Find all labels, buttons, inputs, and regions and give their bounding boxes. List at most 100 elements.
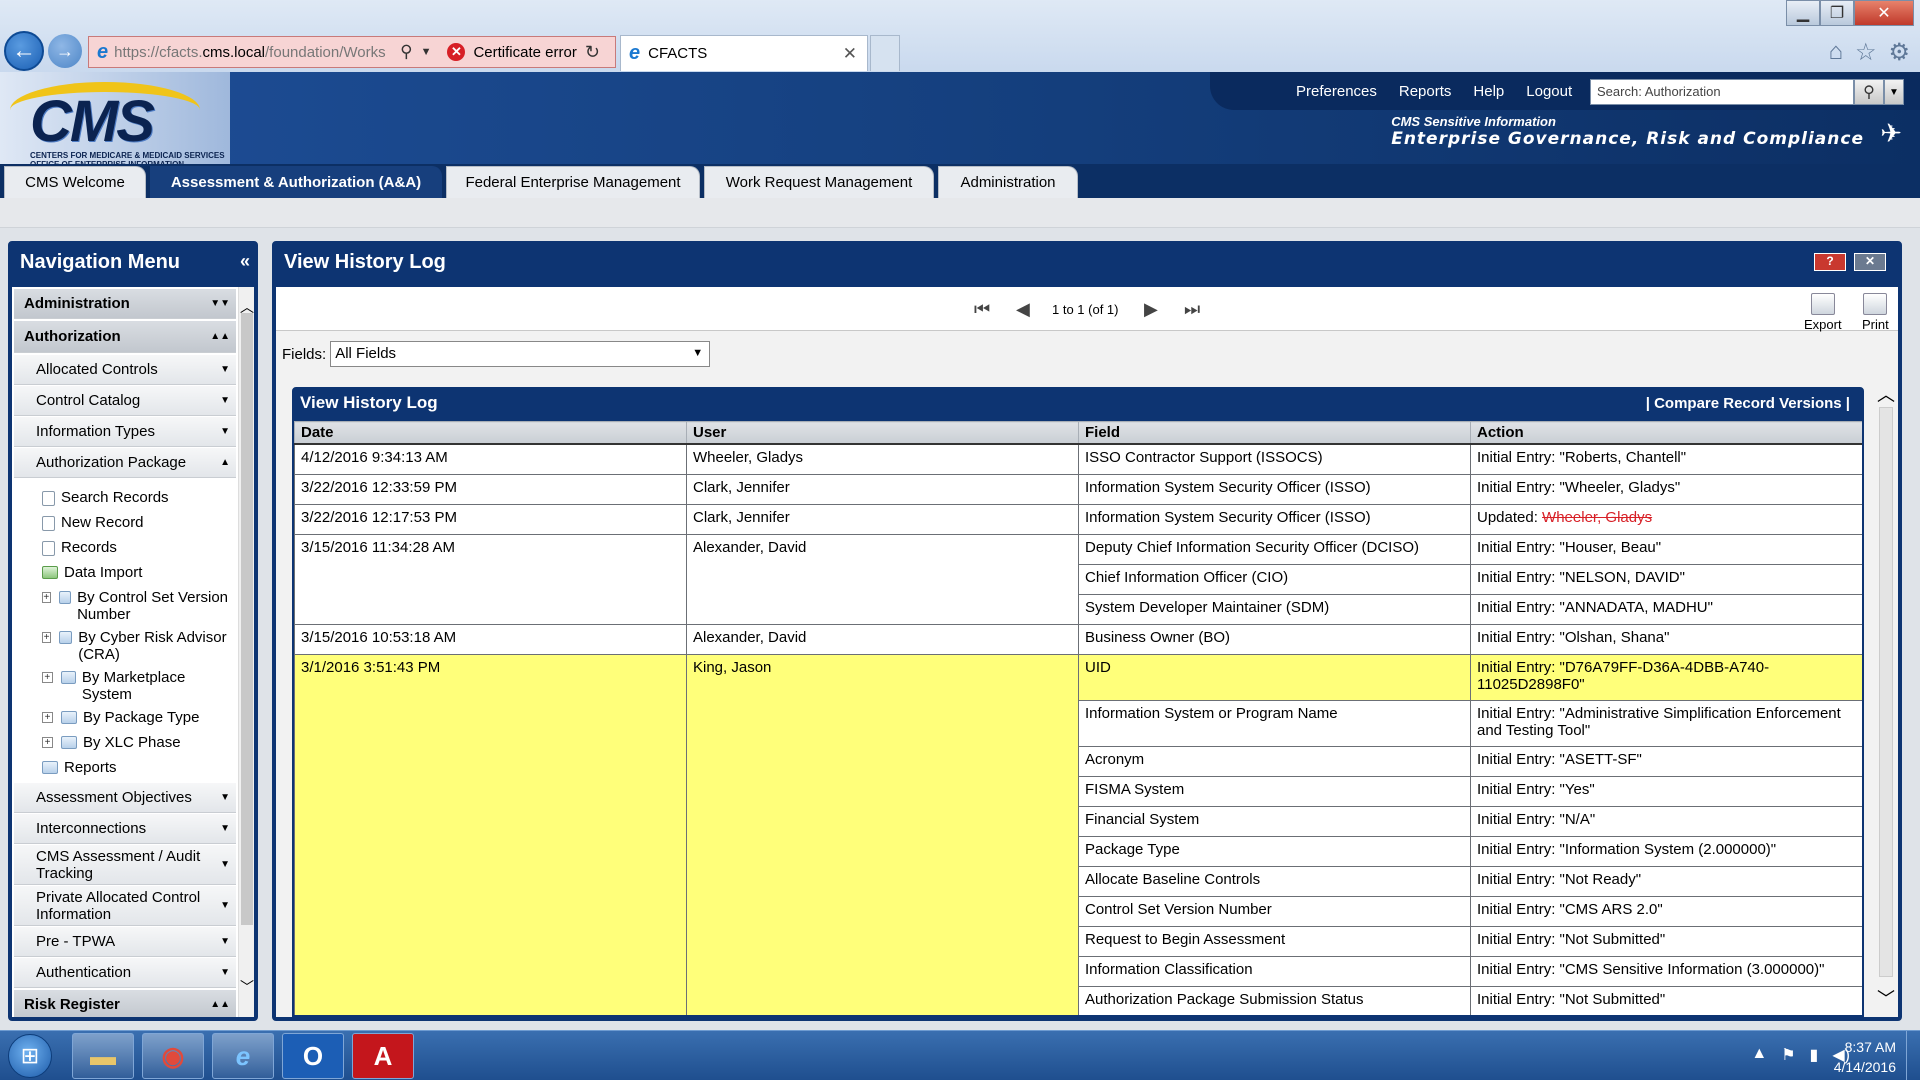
back-button[interactable]: ← <box>4 31 44 71</box>
chrome-taskbar-button[interactable]: ◉ <box>142 1033 204 1079</box>
outlook-taskbar-button[interactable]: O <box>282 1033 344 1079</box>
expand-icon[interactable]: + <box>42 737 53 748</box>
nav-administration[interactable]: Administration ▼▼ <box>14 289 236 319</box>
expand-icon[interactable]: + <box>42 592 51 603</box>
nav-by-xlc-phase[interactable]: + By XLC Phase <box>42 734 232 751</box>
preferences-link[interactable]: Preferences <box>1296 83 1377 100</box>
cms-logo[interactable]: CMS <box>30 88 155 155</box>
search-input[interactable]: Search: Authorization <box>1590 79 1854 105</box>
print-button[interactable]: Print <box>1862 293 1889 332</box>
nav-scrollbar[interactable]: ︿ ﹀ <box>238 287 254 1017</box>
cell-date: 3/15/2016 10:53:18 AM <box>294 623 687 655</box>
tab-assessment-authorization[interactable]: Assessment & Authorization (A&A) <box>150 166 442 198</box>
scroll-down-icon[interactable]: ﹀ <box>239 977 254 997</box>
nav-by-marketplace[interactable]: + By Marketplace System <box>42 669 232 703</box>
nav-by-cyber-risk[interactable]: + By Cyber Risk Advisor (CRA) <box>42 629 232 663</box>
chevron-down-icon[interactable]: ▼ <box>421 46 432 58</box>
help-button[interactable]: ? <box>1814 253 1846 271</box>
show-desktop-button[interactable] <box>1906 1031 1920 1080</box>
nav-authorization-package[interactable]: Authorization Package ▲ <box>14 448 236 478</box>
nav-reports[interactable]: Reports <box>42 759 117 776</box>
scroll-up-icon[interactable]: ︿ <box>1874 381 1898 407</box>
cell-action: Initial Entry: "Information System (2.00… <box>1470 835 1862 867</box>
tab-work-request-management[interactable]: Work Request Management <box>704 166 934 198</box>
close-panel-button[interactable]: ✕ <box>1854 253 1886 271</box>
nav-data-import[interactable]: Data Import <box>42 564 142 581</box>
fields-select[interactable]: All Fields ▼ <box>330 341 711 367</box>
url-text[interactable]: https://cfacts.cms.local/foundation/Work… <box>114 44 394 61</box>
scroll-thumb[interactable] <box>241 313 253 925</box>
taskbar-clock[interactable]: 8:37 AM 4/14/2016 <box>1834 1037 1896 1077</box>
nav-new-record[interactable]: New Record <box>42 514 144 531</box>
nav-records[interactable]: Records <box>42 539 117 556</box>
first-page-icon[interactable]: ⏮ <box>974 299 990 320</box>
grid-scrollbar[interactable]: ︿ ﹀ <box>1874 377 1898 1017</box>
new-tab-button[interactable] <box>870 35 900 71</box>
search-options-button[interactable]: ▼ <box>1884 79 1904 105</box>
certificate-error-label[interactable]: Certificate error <box>473 44 576 61</box>
reports-link[interactable]: Reports <box>1399 83 1452 100</box>
certificate-error-icon[interactable]: ✕ <box>447 43 466 61</box>
window-close-button[interactable]: ✕ <box>1854 0 1914 26</box>
expand-icon[interactable]: + <box>42 712 53 723</box>
search-icon[interactable]: ⚲ <box>400 42 412 62</box>
gear-icon[interactable]: ⚙ <box>1888 38 1910 67</box>
close-icon[interactable]: ✕ <box>843 44 857 64</box>
tab-administration[interactable]: Administration <box>938 166 1078 198</box>
ie-taskbar-button[interactable]: e <box>212 1033 274 1079</box>
nav-authentication[interactable]: Authentication ▼ <box>14 958 236 988</box>
address-bar[interactable]: e https://cfacts.cms.local/foundation/Wo… <box>88 36 616 68</box>
nav-assessment-objectives[interactable]: Assessment Objectives ▼ <box>14 783 236 813</box>
column-header-field[interactable]: Field <box>1078 421 1471 445</box>
scroll-down-icon[interactable]: ﹀ <box>1874 985 1898 1011</box>
favorites-star-icon[interactable]: ☆ <box>1855 38 1877 67</box>
compare-record-versions-link[interactable]: | Compare Record Versions | <box>1646 395 1850 412</box>
maximize-button[interactable]: ❐ <box>1820 0 1854 26</box>
column-header-date[interactable]: Date <box>294 421 687 445</box>
scroll-track[interactable] <box>1879 407 1893 977</box>
home-icon[interactable]: ⌂ <box>1828 38 1843 67</box>
help-link[interactable]: Help <box>1473 83 1504 100</box>
minimize-button[interactable]: ▁ <box>1786 0 1820 26</box>
logout-link[interactable]: Logout <box>1526 83 1572 100</box>
nav-control-catalog-label: Control Catalog <box>36 392 141 409</box>
site-header: CMS CENTERS FOR MEDICARE & MEDICAID SERV… <box>0 72 1920 164</box>
acrobat-taskbar-button[interactable]: A <box>352 1033 414 1079</box>
show-hidden-icons-icon[interactable]: ▲ <box>1751 1045 1767 1065</box>
power-icon[interactable]: ▮ <box>1810 1045 1819 1065</box>
nav-risk-register[interactable]: Risk Register ▲▲ <box>14 990 236 1017</box>
start-button[interactable]: ⊞ <box>8 1034 52 1078</box>
expand-icon[interactable]: + <box>42 632 52 643</box>
forward-button[interactable]: → <box>48 34 82 68</box>
next-page-icon[interactable]: ▶ <box>1144 299 1158 320</box>
refresh-icon[interactable]: ↻ <box>585 42 600 63</box>
nav-cms-assessment-audit[interactable]: CMS Assessment / Audit Tracking ▼ <box>14 845 236 885</box>
nav-pre-tpwa[interactable]: Pre - TPWA ▼ <box>14 927 236 957</box>
nav-search-records[interactable]: Search Records <box>42 489 169 506</box>
browser-tab[interactable]: e CFACTS ✕ <box>620 35 868 71</box>
nav-authorization[interactable]: Authorization ▲▲ <box>14 321 236 353</box>
explorer-taskbar-button[interactable]: ▬ <box>72 1033 134 1079</box>
column-header-user[interactable]: User <box>686 421 1079 445</box>
cell-action: Updated: Wheeler, Gladys <box>1470 503 1862 535</box>
nav-control-catalog[interactable]: Control Catalog ▼ <box>14 386 236 416</box>
previous-page-icon[interactable]: ◀ <box>1016 299 1030 320</box>
nav-interconnections[interactable]: Interconnections ▼ <box>14 814 236 844</box>
nav-allocated-controls[interactable]: Allocated Controls ▼ <box>14 355 236 385</box>
last-page-icon[interactable]: ⏭ <box>1184 299 1200 320</box>
collapse-icon[interactable]: « <box>240 251 250 272</box>
folder-icon <box>58 591 72 604</box>
tab-federal-enterprise-management[interactable]: Federal Enterprise Management <box>446 166 700 198</box>
nav-information-types[interactable]: Information Types ▼ <box>14 417 236 447</box>
expand-icon[interactable]: + <box>42 672 53 683</box>
chevron-down-icon: ▼ <box>220 936 230 947</box>
column-header-action[interactable]: Action <box>1470 421 1862 445</box>
tab-cms-welcome[interactable]: CMS Welcome <box>4 166 146 198</box>
export-button[interactable]: Export <box>1804 293 1842 332</box>
nav-by-control-set[interactable]: + By Control Set Version Number <box>42 589 232 623</box>
search-button[interactable]: ⚲ <box>1854 79 1884 105</box>
nav-private-allocated[interactable]: Private Allocated Control Information ▼ <box>14 886 236 926</box>
nav-by-package-type[interactable]: + By Package Type <box>42 709 232 726</box>
action-center-flag-icon[interactable]: ⚑ <box>1781 1045 1795 1065</box>
export-icon <box>1810 293 1835 315</box>
